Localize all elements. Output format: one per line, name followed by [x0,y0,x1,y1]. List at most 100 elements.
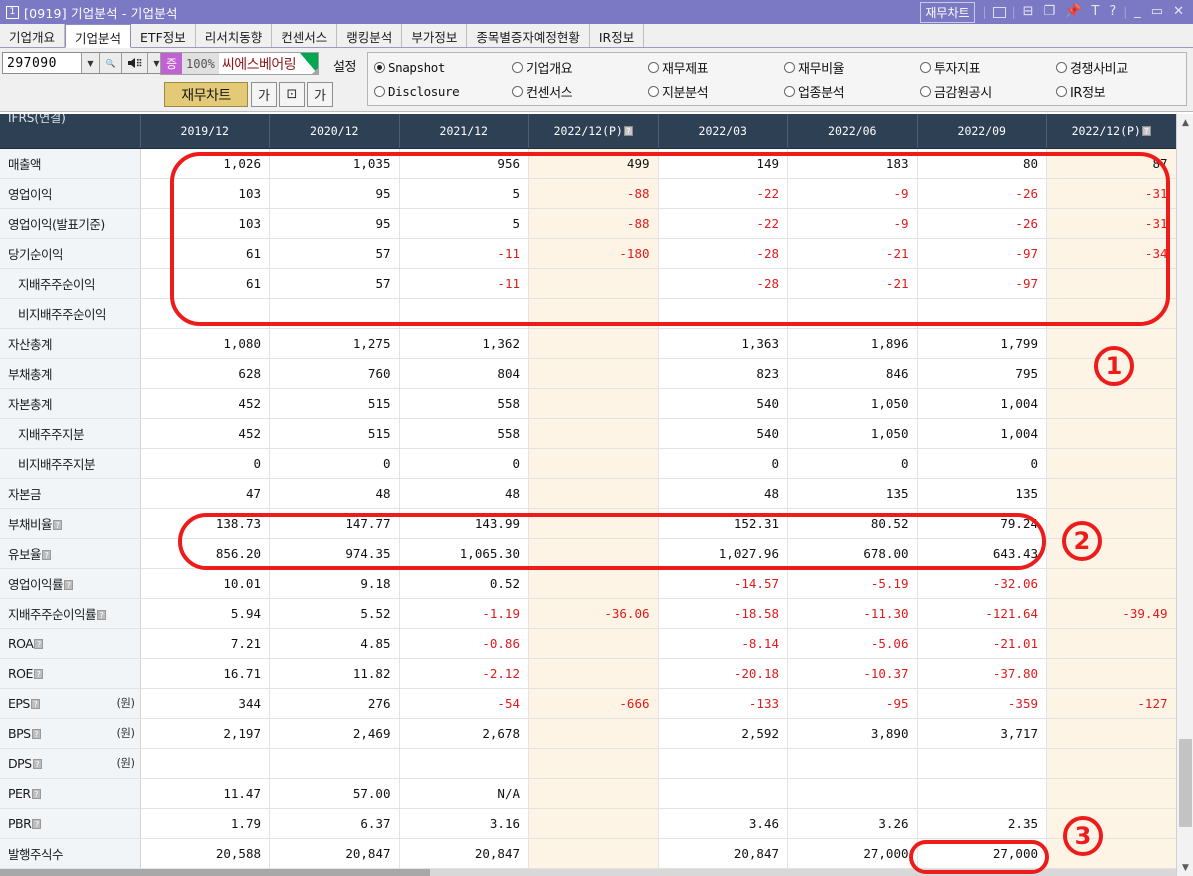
tab-5[interactable]: 랭킹분석 [337,24,403,47]
radio-row1-5[interactable]: 경쟁사비교 [1056,58,1186,77]
help-icon[interactable]: ? [1104,0,1121,24]
radio-label: Disclosure [388,83,460,99]
table-cell: 135 [917,478,1047,509]
vertical-scrollbar-thumb[interactable] [1179,739,1192,827]
table-cell: 760 [269,358,400,389]
line-chart-icon[interactable] [992,6,1006,18]
tab-4[interactable]: 컨센서스 [272,24,338,47]
financial-chart-titlebar-button[interactable]: 재무차트 [920,1,975,23]
help-icon[interactable]: ? [32,819,42,829]
column-header-5[interactable]: 2022/06 [787,114,918,149]
chevron-down-icon[interactable]: ▼ [81,53,99,73]
tab-0[interactable]: 기업개요 [0,24,66,47]
table-cell: 1,799 [917,328,1047,359]
radio-row1-2[interactable]: 재무제표 [648,58,784,77]
help-icon[interactable]: ? [30,699,40,709]
table-header: IFRS(연결) 2019/12 2020/12 2021/12 2022/12(P)?… [0,114,1176,149]
table-cell: 2.35 [917,808,1047,839]
column-header-6[interactable]: 2022/09 [917,114,1047,149]
tab-2[interactable]: ETF정보 [131,24,196,47]
help-icon[interactable]: ? [97,610,107,620]
row-label-21: PER? [0,778,141,809]
table-cell [528,388,659,419]
radio-row2-3[interactable]: 업종분석 [784,82,920,101]
toolbar: ▼ 🔍 ▼ 증 100% 씨에스베어링 설정 재무차트 [0,48,1193,112]
table-cell [269,298,400,329]
table-row: 유보율? 856.20 974.35 1,065.30 1,027.96 678.00 64… [0,538,1176,569]
maximize-button[interactable]: ▭ [1146,0,1168,24]
financial-chart-button[interactable]: 재무차트 [164,82,248,107]
help-icon[interactable]: ? [64,580,74,590]
main-tab-bar: 기업개요 기업분석 ETF정보 리서치동향 컨센서스 랭킹분석 부가정보 종목별… [0,24,1193,48]
tab-7[interactable]: 종목별증자예정현황 [467,24,590,47]
tab-1[interactable]: 기업분석 [65,24,132,48]
text-icon[interactable]: T [1086,0,1104,24]
radio-row2-0[interactable]: Disclosure [374,84,512,99]
close-button[interactable]: ✕ [1168,0,1189,24]
table-cell: -22 [658,178,788,209]
setting-button[interactable]: 설정 [333,56,356,75]
scroll-up-arrow-icon[interactable]: ▲ [1177,114,1193,131]
scroll-down-arrow-icon[interactable]: ▼ [1177,859,1193,876]
column-header-3[interactable]: 2022/12(P)? [528,114,659,149]
column-header-label: 2022/09 [957,123,1006,138]
fit-width-button[interactable]: ⊡ [279,82,305,107]
table-cell: 3,717 [917,718,1047,749]
divider: | [1123,5,1128,19]
tab-6[interactable]: 부가정보 [402,24,468,47]
radio-indicator [784,85,795,97]
help-icon[interactable]: ? [32,759,42,769]
cascade-icon[interactable]: ❐ [1039,0,1061,24]
radio-row2-1[interactable]: 컨센서스 [512,82,648,101]
row-label-12: 부채비율? [0,508,141,539]
table-cell [658,298,788,329]
font-increase-button[interactable]: 가 [307,82,333,107]
table-cell: 0 [269,448,400,479]
radio-indicator [512,61,523,73]
radio-row2-4[interactable]: 금감원공시 [920,82,1056,101]
row-label-text: EPS [8,695,30,711]
restore-icon[interactable]: ⊟ [1018,0,1039,24]
stock-info-bar[interactable]: 증 100% 씨에스베어링 [160,52,320,75]
help-icon[interactable]: ? [42,550,52,560]
radio-row1-3[interactable]: 재무비율 [784,58,920,77]
stock-up-triangle-icon [300,53,319,74]
table-cell: 558 [399,388,529,419]
radio-indicator [648,85,659,97]
radio-row1-4[interactable]: 투자지표 [920,58,1056,77]
radio-indicator [374,61,385,73]
column-header-0[interactable]: 2019/12 [140,114,270,149]
table-cell: 1,004 [917,418,1047,449]
title-bar: 1 [0919] 기업분석 - 기업분석 재무차트 | | ⊟ ❐ 📌 T ? … [0,0,1193,24]
help-icon[interactable]: ? [53,520,63,530]
horizontal-scrollbar[interactable] [0,869,1176,876]
radio-row2-5[interactable]: IR정보 [1056,82,1186,101]
tab-8[interactable]: IR정보 [589,24,645,47]
table-cell: -26 [917,178,1047,209]
help-icon[interactable]: ? [1141,126,1151,137]
speaker-icon[interactable] [121,53,147,73]
search-icon[interactable]: 🔍 [99,53,121,73]
help-icon[interactable]: ? [31,729,41,739]
tab-3[interactable]: 리서치동향 [195,24,273,47]
pin-icon[interactable]: 📌 [1060,0,1086,24]
help-icon[interactable]: ? [31,789,41,799]
column-header-2[interactable]: 2021/12 [399,114,529,149]
help-icon[interactable]: ? [34,639,44,649]
help-icon[interactable]: ? [623,126,633,137]
stock-code-input[interactable] [3,53,81,73]
column-header-4[interactable]: 2022/03 [658,114,788,149]
radio-row1-1[interactable]: 기업개요 [512,58,648,77]
table-cell [658,778,788,809]
column-header-label: 2020/12 [310,123,359,138]
row-label-text: ROA [8,635,34,651]
radio-row1-0[interactable]: Snapshot [374,60,512,75]
column-header-7[interactable]: 2022/12(P)? [1046,114,1176,149]
minimize-button[interactable]: _ [1129,0,1146,24]
help-icon[interactable]: ? [33,669,43,679]
radio-row2-2[interactable]: 지분분석 [648,82,784,101]
column-header-1[interactable]: 2020/12 [269,114,400,149]
vertical-scrollbar[interactable]: ▲ ▼ [1176,114,1193,876]
horizontal-scrollbar-thumb[interactable] [0,869,430,876]
font-decrease-button[interactable]: 가 [251,82,277,107]
